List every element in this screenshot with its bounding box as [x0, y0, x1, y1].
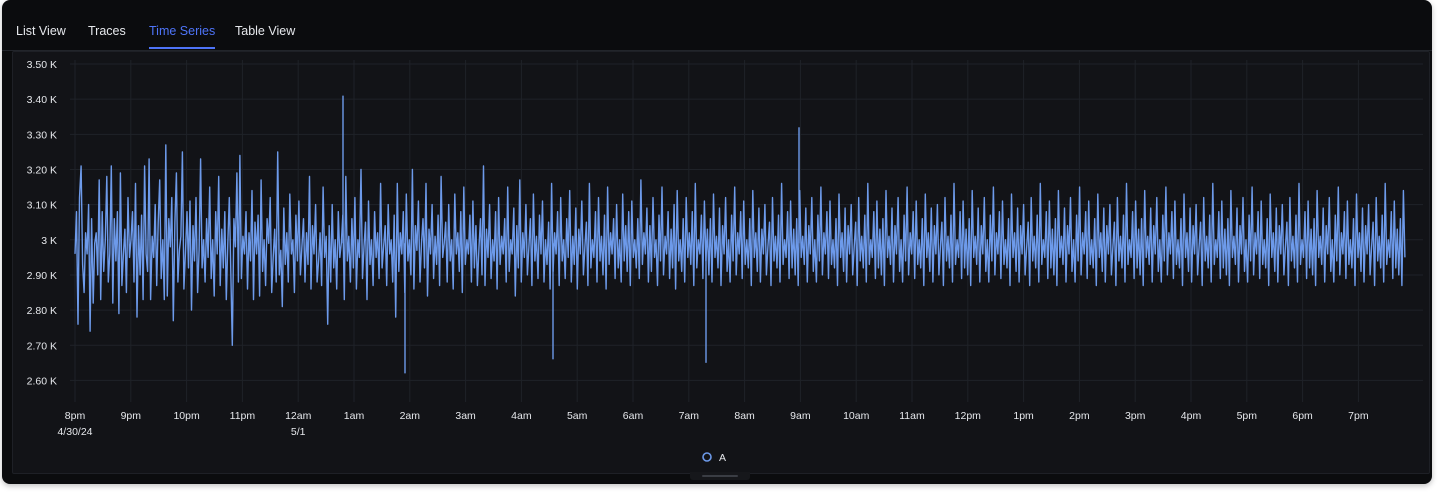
x-tick-label: 12pm	[955, 410, 982, 422]
x-tick-date-label: 5/1	[291, 426, 306, 438]
y-tick-label: 3.30 K	[27, 129, 57, 141]
series-layer	[74, 95, 1406, 374]
x-tick-label: 5am	[567, 410, 588, 422]
x-tick-label: 6am	[623, 410, 644, 422]
y-tick-label: 2.70 K	[27, 340, 57, 352]
y-tick-label: 2.90 K	[27, 270, 57, 282]
chart-grid	[70, 60, 1423, 402]
tab-list-view[interactable]: List View	[16, 0, 66, 49]
y-tick-label: 3 K	[41, 235, 57, 247]
x-tick-label: 10am	[843, 410, 870, 422]
y-tick-label: 2.80 K	[27, 305, 57, 317]
resize-grip-icon	[702, 475, 738, 477]
x-tick-label: 8pm	[65, 410, 86, 422]
x-tick-label: 4pm	[1181, 410, 1202, 422]
x-axis: 8pm 4/30/24 9pm 10pm 11pm 12am 5/1 1am 2am 3am 4am…	[57, 410, 1368, 438]
y-axis: 3.50 K 3.40 K 3.30 K 3.20 K 3.10 K 3 K 2.90 K 2…	[27, 59, 57, 387]
x-tick-label: 10pm	[173, 410, 200, 422]
x-tick-date-label: 4/30/24	[57, 426, 92, 438]
legend-label[interactable]: A	[719, 452, 726, 464]
x-tick-label: 8am	[734, 410, 755, 422]
x-tick-label: 1pm	[1013, 410, 1034, 422]
x-tick-label: 7am	[679, 410, 700, 422]
y-tick-label: 2.60 K	[27, 375, 57, 387]
x-tick-label: 2pm	[1069, 410, 1090, 422]
y-tick-label: 3.50 K	[27, 59, 57, 71]
y-tick-label: 3.20 K	[27, 164, 57, 176]
time-series-chart[interactable]: 3.50 K 3.40 K 3.30 K 3.20 K 3.10 K 3 K 2.90 K 2…	[13, 52, 1429, 473]
panel-resize-handle[interactable]	[690, 472, 750, 480]
x-tick-label: 12am	[285, 410, 312, 422]
x-tick-label: 2am	[400, 410, 421, 422]
y-tick-label: 3.40 K	[27, 94, 57, 106]
x-tick-label: 6pm	[1292, 410, 1313, 422]
chart-legend[interactable]: A	[702, 452, 726, 464]
y-tick-label: 3.10 K	[27, 200, 57, 212]
view-tabs: List View Traces Time Series Table View	[2, 0, 1432, 51]
x-tick-label: 5pm	[1237, 410, 1258, 422]
x-tick-label: 3am	[455, 410, 476, 422]
x-tick-label: 11am	[899, 410, 925, 422]
x-tick-label: 9am	[790, 410, 811, 422]
x-tick-label: 11pm	[230, 410, 256, 422]
tab-traces[interactable]: Traces	[88, 0, 126, 49]
x-tick-label: 1am	[344, 410, 365, 422]
tab-time-series[interactable]: Time Series	[149, 0, 216, 49]
chart-panel: 3.50 K 3.40 K 3.30 K 3.20 K 3.10 K 3 K 2.90 K 2…	[12, 51, 1430, 474]
x-tick-label: 9pm	[121, 410, 142, 422]
legend-marker-icon	[702, 452, 712, 462]
x-tick-label: 4am	[511, 410, 532, 422]
tab-table-view[interactable]: Table View	[235, 0, 295, 49]
x-tick-label: 3pm	[1125, 410, 1146, 422]
x-tick-label: 7pm	[1348, 410, 1369, 422]
query-results-window: List View Traces Time Series Table View …	[2, 0, 1432, 484]
series-line-a[interactable]	[74, 144, 1406, 346]
